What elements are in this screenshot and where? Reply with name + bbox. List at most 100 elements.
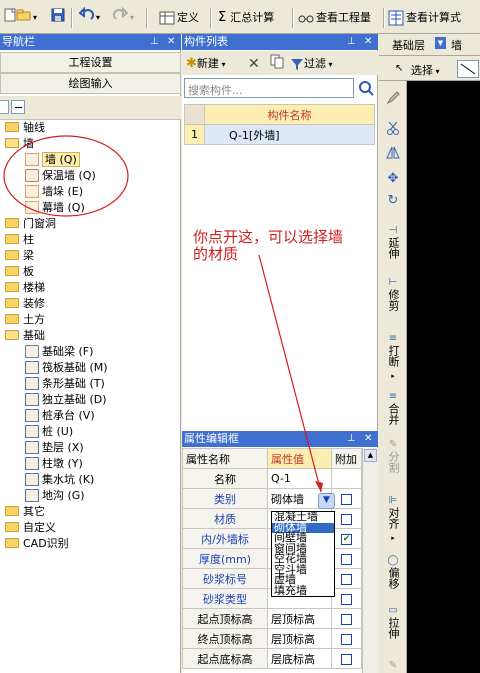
merge-button[interactable]: ≡ 合并: [379, 391, 407, 428]
attach-checkbox[interactable]: [341, 653, 352, 665]
pen-icon[interactable]: ✎: [379, 659, 407, 672]
tree-item[interactable]: 轴线: [5, 120, 45, 136]
pencil-icon[interactable]: [379, 91, 407, 108]
expand-all-icon[interactable]: [0, 100, 9, 114]
tree-item[interactable]: 幕墙 (Q): [25, 200, 85, 216]
tree-item[interactable]: 门窗洞: [5, 216, 56, 232]
property-value-cell[interactable]: 层顶标高: [267, 608, 332, 629]
split-button[interactable]: ✎ 分割: [379, 439, 407, 476]
attach-checkbox[interactable]: [341, 553, 352, 565]
tree-item[interactable]: 条形基础 (T): [25, 376, 105, 392]
attach-checkbox[interactable]: [341, 593, 352, 605]
close-icon[interactable]: ✕: [167, 34, 175, 50]
tree-item[interactable]: 独立基础 (D): [25, 392, 107, 408]
component-name-cell[interactable]: Q-1[外墙]: [204, 124, 375, 145]
pin-icon[interactable]: ⊥: [150, 34, 159, 50]
tree-item[interactable]: 桩承台 (V): [25, 408, 95, 424]
open-folder-icon[interactable]: [16, 7, 32, 29]
attach-checkbox[interactable]: [341, 633, 352, 645]
tree-item[interactable]: 地沟 (G): [25, 488, 85, 504]
view-formula-button[interactable]: 查看计算式: [388, 7, 461, 29]
attach-checkbox[interactable]: [341, 613, 352, 625]
property-row[interactable]: 起点顶标高 层顶标高: [182, 608, 362, 629]
cushion-icon: [25, 440, 39, 454]
category-dropdown-button[interactable]: ▼: [318, 493, 335, 509]
search-icon[interactable]: [357, 79, 375, 100]
tree-item[interactable]: 墙: [5, 136, 34, 152]
drawing-canvas[interactable]: [407, 81, 480, 673]
property-row[interactable]: 名称 Q-1: [182, 468, 362, 489]
sum-calc-button[interactable]: Σ 汇总计算: [218, 7, 274, 29]
tree-item[interactable]: 柱墩 (Y): [25, 456, 83, 472]
attach-checkbox[interactable]: ✔: [341, 533, 352, 545]
tree-item[interactable]: 墙 (Q): [25, 152, 80, 168]
tree-item[interactable]: 土方: [5, 312, 45, 328]
new-button[interactable]: ✱新建 ▾: [186, 53, 225, 75]
tree-item[interactable]: 筏板基础 (M): [25, 360, 108, 376]
close-icon[interactable]: ✕: [364, 431, 372, 447]
break-button[interactable]: ≡ 打断 ▸: [379, 333, 407, 382]
extend-button[interactable]: ⊣ 延伸: [379, 225, 407, 262]
property-row[interactable]: 终点顶标高 层顶标高: [182, 628, 362, 649]
stretch-button[interactable]: ▭ 拉伸: [379, 605, 407, 642]
property-row[interactable]: 起点底标高 层底标高: [182, 648, 362, 669]
select-button[interactable]: 选择 ▾: [411, 62, 440, 78]
property-name-cell: 材质: [182, 508, 268, 529]
tree-item[interactable]: 垫层 (X): [25, 440, 84, 456]
pin-icon[interactable]: ⊥: [347, 34, 356, 50]
attach-checkbox[interactable]: [341, 513, 352, 525]
undo-icon[interactable]: [78, 6, 95, 29]
rotate-icon[interactable]: ↻: [379, 194, 407, 207]
tree-item[interactable]: 基础梁 (F): [25, 344, 93, 360]
tree-item[interactable]: 柱: [5, 232, 34, 248]
undo-dropdown-icon[interactable]: ▾: [96, 7, 100, 29]
trim-button[interactable]: ⊢ 修剪: [379, 277, 407, 314]
floor-dropdown-icon[interactable]: ▼: [435, 37, 446, 49]
tree-item[interactable]: CAD识别: [5, 536, 69, 552]
component-type-select[interactable]: 墙: [451, 37, 462, 53]
move-icon[interactable]: ✥: [379, 172, 407, 185]
redo-dropdown-icon[interactable]: ▾: [130, 7, 134, 29]
tree-item[interactable]: 基础: [5, 328, 45, 344]
table-row[interactable]: 1 Q-1[外墙]: [184, 124, 375, 145]
collapse-all-icon[interactable]: [11, 100, 25, 114]
scissors-icon[interactable]: [379, 121, 407, 138]
align-button[interactable]: ⊫ 对齐 ▸: [379, 495, 407, 544]
tree-item-label: 轴线: [23, 121, 45, 134]
tree-item[interactable]: 自定义: [5, 520, 56, 536]
tree-item[interactable]: 桩 (U): [25, 424, 73, 440]
tree-item[interactable]: 装修: [5, 296, 45, 312]
mirror-icon[interactable]: [379, 145, 407, 162]
tree-item[interactable]: 板: [5, 264, 34, 280]
property-value-cell[interactable]: 层顶标高: [267, 628, 332, 649]
property-value-cell[interactable]: 层底标高: [267, 648, 332, 669]
attach-checkbox[interactable]: [341, 573, 352, 585]
tree-item[interactable]: 保温墙 (Q): [25, 168, 96, 184]
offset-button[interactable]: ◯ 偏移: [379, 555, 407, 592]
redo-icon[interactable]: [112, 6, 129, 29]
tree-item[interactable]: 楼梯: [5, 280, 45, 296]
property-scrollbar[interactable]: ▲: [362, 448, 378, 673]
save-icon[interactable]: [50, 7, 66, 29]
scroll-up-icon[interactable]: ▲: [364, 449, 377, 462]
category-dropdown-list[interactable]: 混凝土墙 砌体墙 间壁墙 窗间墙 空花墙 空斗墙 虚墙 填充墙: [271, 511, 335, 597]
copy-icon[interactable]: [269, 53, 285, 75]
draw-input-button[interactable]: 绘图输入: [0, 73, 181, 94]
tree-item[interactable]: 梁: [5, 248, 34, 264]
delete-icon[interactable]: ✕: [248, 53, 260, 75]
line-tool-icon[interactable]: [457, 60, 479, 78]
project-settings-button[interactable]: 工程设置: [0, 52, 181, 73]
tree-item[interactable]: 集水坑 (K): [25, 472, 94, 488]
dropdown-option[interactable]: 填充墙: [272, 585, 334, 597]
filter-button[interactable]: 过滤 ▾: [290, 53, 333, 75]
property-value-cell[interactable]: Q-1: [267, 468, 332, 489]
pin-icon[interactable]: ⊥: [347, 431, 356, 447]
open-dropdown-icon[interactable]: ▾: [33, 7, 37, 29]
attach-checkbox[interactable]: [341, 493, 352, 505]
define-button[interactable]: 定义: [159, 7, 199, 29]
close-icon[interactable]: ✕: [364, 34, 372, 50]
search-input[interactable]: 搜索构件...: [184, 78, 354, 98]
tree-item[interactable]: 其它: [5, 504, 45, 520]
view-quantity-button[interactable]: 查看工程量: [298, 7, 371, 29]
tree-item[interactable]: 墙垛 (E): [25, 184, 83, 200]
